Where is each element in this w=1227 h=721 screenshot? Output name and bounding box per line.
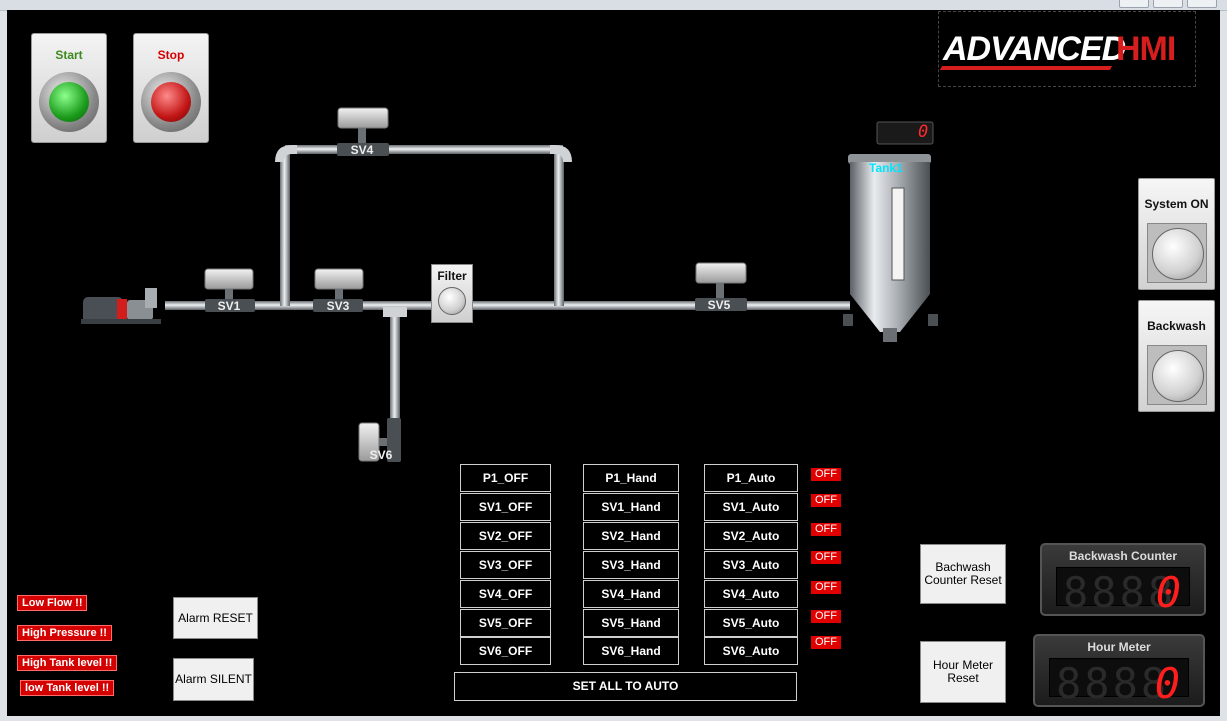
system-on-label: System ON <box>1144 197 1209 211</box>
backwash-button[interactable]: Backwash <box>1138 300 1215 412</box>
close-button[interactable] <box>1187 0 1217 8</box>
maximize-button[interactable] <box>1153 0 1183 8</box>
backwash-counter-display: Backwash Counter 8888 0 <box>1040 543 1206 617</box>
filter-indicator-icon <box>438 287 466 315</box>
high-tank-level-alarm: High Tank level !! <box>17 655 118 671</box>
bypass-left-pipe <box>280 148 290 306</box>
p1-status-badge: OFF <box>811 468 841 481</box>
sv6-off-button[interactable]: SV6_OFF <box>460 637 551 665</box>
valve-sv6-icon: SV6 <box>358 418 401 462</box>
hour-meter-display: Hour Meter 8888 0 <box>1033 634 1205 708</box>
sv1-auto-button[interactable]: SV1_Auto <box>704 493 798 521</box>
sv3-status-badge: OFF <box>811 551 841 564</box>
valve-sv4-icon: SV4 <box>337 107 389 157</box>
svg-text:SV1: SV1 <box>218 299 241 313</box>
p1-off-button[interactable]: P1_OFF <box>460 464 551 492</box>
sv4-auto-button[interactable]: SV4_Auto <box>704 580 798 608</box>
backwash-counter-screen: 8888 0 <box>1056 567 1190 617</box>
sv4-off-button[interactable]: SV4_OFF <box>460 580 551 608</box>
valve-sv5-icon: SV5 <box>695 262 747 312</box>
system-on-button[interactable]: System ON <box>1138 178 1215 290</box>
backwash-label: Backwash <box>1147 319 1206 333</box>
valve-sv1-icon: SV1 <box>204 268 255 313</box>
bypass-top-pipe <box>285 145 563 154</box>
branch-down-pipe <box>390 313 400 423</box>
svg-text:SV6: SV6 <box>370 448 393 462</box>
sv3-hand-button[interactable]: SV3_Hand <box>583 551 679 579</box>
system-on-well <box>1147 223 1207 283</box>
tank1-icon <box>843 154 938 342</box>
svg-text:SV5: SV5 <box>708 298 731 312</box>
sv5-auto-button[interactable]: SV5_Auto <box>704 609 798 637</box>
backwash-counter-reset-button[interactable]: Bachwash Counter Reset <box>920 544 1006 604</box>
p1-hand-button[interactable]: P1_Hand <box>583 464 679 492</box>
tank1-label: Tank1 <box>869 161 903 175</box>
sv3-auto-button[interactable]: SV3_Auto <box>704 551 798 579</box>
backwash-lamp-icon <box>1152 350 1204 402</box>
sv1-status-badge: OFF <box>811 494 841 507</box>
sv2-off-button[interactable]: SV2_OFF <box>460 522 551 550</box>
sv1-off-button[interactable]: SV1_OFF <box>460 493 551 521</box>
low-flow-alarm: Low Flow !! <box>17 595 88 611</box>
window-bottom-edge <box>0 716 1227 721</box>
sv3-off-button[interactable]: SV3_OFF <box>460 551 551 579</box>
system-on-lamp-icon <box>1152 228 1204 280</box>
bypass-right-pipe <box>554 148 564 306</box>
sv2-hand-button[interactable]: SV2_Hand <box>583 522 679 550</box>
pump-p1-icon <box>81 288 161 324</box>
sv6-auto-button[interactable]: SV6_Auto <box>704 637 798 665</box>
valve-sv3-icon: SV3 <box>313 268 364 313</box>
minimize-button[interactable] <box>1119 0 1149 8</box>
filter-unit[interactable]: Filter <box>431 264 473 323</box>
backwash-counter-title: Backwash Counter <box>1068 549 1178 563</box>
sv5-off-button[interactable]: SV5_OFF <box>460 609 551 637</box>
sv6-hand-button[interactable]: SV6_Hand <box>583 637 679 665</box>
sv5-hand-button[interactable]: SV5_Hand <box>583 609 679 637</box>
sv6-status-badge: OFF <box>811 636 841 649</box>
sv2-status-badge: OFF <box>811 523 841 536</box>
sv4-hand-button[interactable]: SV4_Hand <box>583 580 679 608</box>
hour-meter-reset-button[interactable]: Hour Meter Reset <box>920 641 1006 703</box>
low-tank-level-alarm: low Tank level !! <box>20 680 115 696</box>
sv4-status-badge: OFF <box>811 581 841 594</box>
hour-meter-title: Hour Meter <box>1087 640 1151 654</box>
sv2-auto-button[interactable]: SV2_Auto <box>704 522 798 550</box>
svg-text:SV4: SV4 <box>351 143 374 157</box>
filter-label: Filter <box>437 269 467 283</box>
hour-meter-screen: 8888 0 <box>1049 658 1189 708</box>
alarm-reset-button[interactable]: Alarm RESET <box>173 597 258 639</box>
backwash-counter-value: 0 <box>1155 568 1181 617</box>
hmi-canvas: Start Stop ADVANCED HMI SV1 SV3 SV4 SV5 … <box>7 10 1220 716</box>
tank-level-value: 0 <box>918 122 929 142</box>
sv5-status-badge: OFF <box>811 610 841 623</box>
alarm-silent-button[interactable]: Alarm SILENT <box>173 658 254 701</box>
main-pipe <box>165 301 850 310</box>
high-pressure-alarm: High Pressure !! <box>17 625 112 641</box>
p1-auto-button[interactable]: P1_Auto <box>704 464 798 492</box>
svg-text:SV3: SV3 <box>327 299 350 313</box>
backwash-well <box>1147 345 1207 405</box>
set-all-auto-button[interactable]: SET ALL TO AUTO <box>454 672 797 701</box>
hour-meter-value: 0 <box>1154 659 1180 708</box>
hour-meter-ghost-digits: 8888 <box>1056 659 1170 708</box>
sv1-hand-button[interactable]: SV1_Hand <box>583 493 679 521</box>
